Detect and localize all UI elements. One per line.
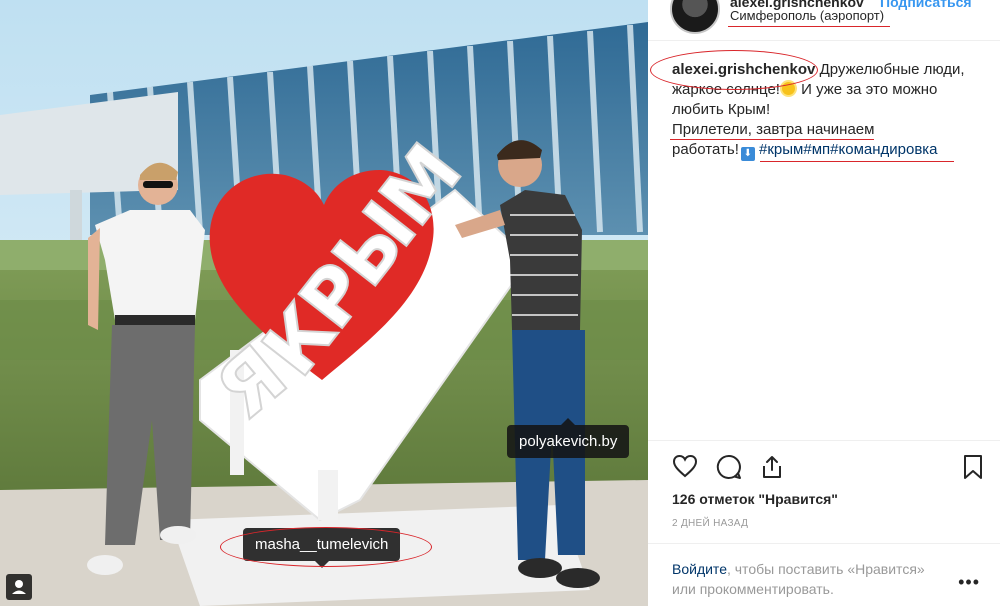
caption-line-2b: И уже за это можно	[801, 81, 938, 98]
likes-count[interactable]: 126 отметок "Нравится"	[672, 491, 838, 507]
comment-icon	[716, 454, 741, 479]
annotation-underline-hashtags	[760, 161, 954, 162]
caption-author[interactable]: alexei.grishchenkov	[672, 61, 815, 78]
photo-tag-masha[interactable]: masha__tumelevich	[243, 528, 401, 568]
post-side-panel: alexei.grishchenkov Подписаться Симфероп…	[648, 0, 1000, 606]
avatar[interactable]	[670, 0, 720, 34]
share-icon	[763, 456, 781, 478]
heart-icon	[672, 454, 698, 478]
post-header: alexei.grishchenkov Подписаться Симфероп…	[648, 0, 1000, 41]
comment-button[interactable]	[716, 454, 742, 485]
caption-line-2: жаркое солнце!	[672, 81, 780, 98]
sun-emoji-icon	[781, 82, 795, 95]
like-button[interactable]	[672, 454, 698, 483]
arrow-down-emoji-icon: ⬇	[740, 147, 755, 161]
photo-tag-label: polyakevich.by	[519, 433, 618, 450]
login-text-a: , чтобы поставить «Нравится»	[726, 561, 925, 577]
photo-tag-label: masha__tumelevich	[255, 536, 389, 553]
photo-tag-polyakevich[interactable]: polyakevich.by	[507, 418, 630, 458]
caption-line-3: любить Крым!	[672, 101, 771, 118]
post-timestamp[interactable]: 2 ДНЕЙ НАЗАД	[672, 518, 748, 529]
save-button[interactable]	[962, 454, 984, 485]
post-caption: alexei.grishchenkov Дружелюбные люди, жа…	[672, 60, 982, 161]
caption-line-5: работать!	[672, 141, 739, 158]
post-actions	[648, 440, 1000, 491]
login-text: Войдите, чтобы поставить «Нравится» или …	[672, 559, 952, 599]
user-tag-button[interactable]	[6, 574, 32, 600]
annotation-underline-location	[728, 26, 890, 27]
follow-button[interactable]: Подписаться	[880, 0, 972, 10]
caption-line-1: Дружелюбные люди,	[819, 61, 965, 78]
post-photo[interactable]: Я КРЫМ polyakevich.by masha__tumelevich	[0, 0, 648, 606]
more-options-button[interactable]: •••	[958, 572, 980, 593]
login-link[interactable]: Войдите	[672, 561, 727, 577]
login-text-b: или прокомментировать.	[672, 581, 834, 597]
share-button[interactable]	[760, 454, 784, 485]
user-tag-icon	[12, 580, 26, 594]
caption-hashtags[interactable]: #крым#мп#командировка	[759, 141, 938, 158]
login-prompt: Войдите, чтобы поставить «Нравится» или …	[648, 543, 1000, 607]
bookmark-icon	[964, 455, 982, 479]
caption-line-4: Прилетели, завтра начинаем	[672, 121, 875, 138]
location-link[interactable]: Симферополь (аэропорт)	[730, 8, 884, 23]
